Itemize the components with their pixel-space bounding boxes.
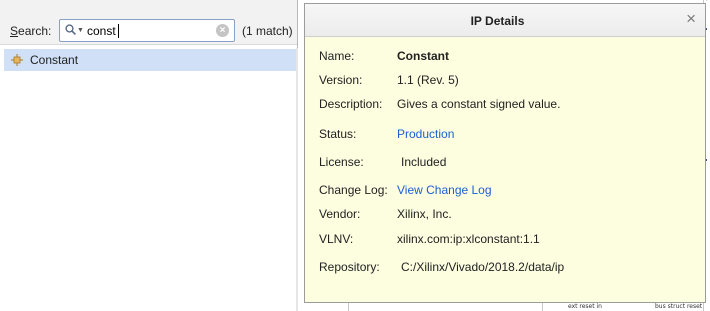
- canvas-wire: [348, 303, 349, 311]
- vendor-value: Xilinx, Inc.: [397, 207, 452, 221]
- scrollbar[interactable]: [296, 48, 298, 311]
- popup-header: IP Details ×: [305, 4, 705, 37]
- search-label: Search:: [10, 24, 52, 38]
- vendor-label: Vendor:: [319, 207, 361, 221]
- status-link[interactable]: Production: [397, 127, 454, 141]
- match-count: (1 match): [242, 24, 293, 38]
- repository-value: C:/Xilinx/Vivado/2018.2/data/ip: [401, 260, 565, 274]
- chevron-down-icon[interactable]: ▼: [77, 27, 84, 34]
- vlnv-value: xilinx.com:ip:xlconstant:1.1: [397, 232, 540, 246]
- license-value: Included: [401, 155, 447, 169]
- status-label: Status:: [319, 127, 357, 141]
- canvas-port-label: ext reset in: [568, 303, 602, 310]
- search-toolbar: Search: ▼ × (1 match): [0, 0, 297, 45]
- change-log-label: Change Log:: [319, 183, 388, 197]
- view-change-log-link[interactable]: View Change Log: [397, 183, 492, 197]
- search-icon[interactable]: [65, 24, 76, 35]
- search-field[interactable]: ▼ ×: [59, 19, 235, 42]
- description-label: Description:: [319, 97, 383, 111]
- vlnv-label: VLNV:: [319, 232, 354, 246]
- version-value: 1.1 (Rev. 5): [397, 73, 459, 87]
- clear-search-icon[interactable]: ×: [216, 24, 229, 37]
- name-label: Name:: [319, 49, 355, 63]
- ip-catalog-panel: Search: ▼ × (1 match) Constant: [0, 0, 298, 311]
- description-value: Gives a constant signed value.: [397, 97, 561, 111]
- name-value: Constant: [397, 49, 449, 63]
- canvas-gridline: [706, 0, 707, 1]
- close-icon[interactable]: ×: [686, 9, 696, 29]
- license-label: License:: [319, 155, 364, 169]
- list-item-label: Constant: [30, 53, 79, 67]
- popup-title: IP Details: [470, 14, 525, 28]
- version-label: Version:: [319, 73, 363, 87]
- ip-core-icon: [11, 54, 23, 66]
- text-cursor: [118, 24, 119, 38]
- search-input[interactable]: [87, 22, 215, 39]
- repository-label: Repository:: [319, 260, 380, 274]
- ip-details-popup: IP Details × Name: Constant Version: 1.1…: [304, 3, 706, 303]
- list-item[interactable]: Constant: [4, 49, 296, 71]
- canvas-port-label: bus struct reset: [655, 303, 703, 310]
